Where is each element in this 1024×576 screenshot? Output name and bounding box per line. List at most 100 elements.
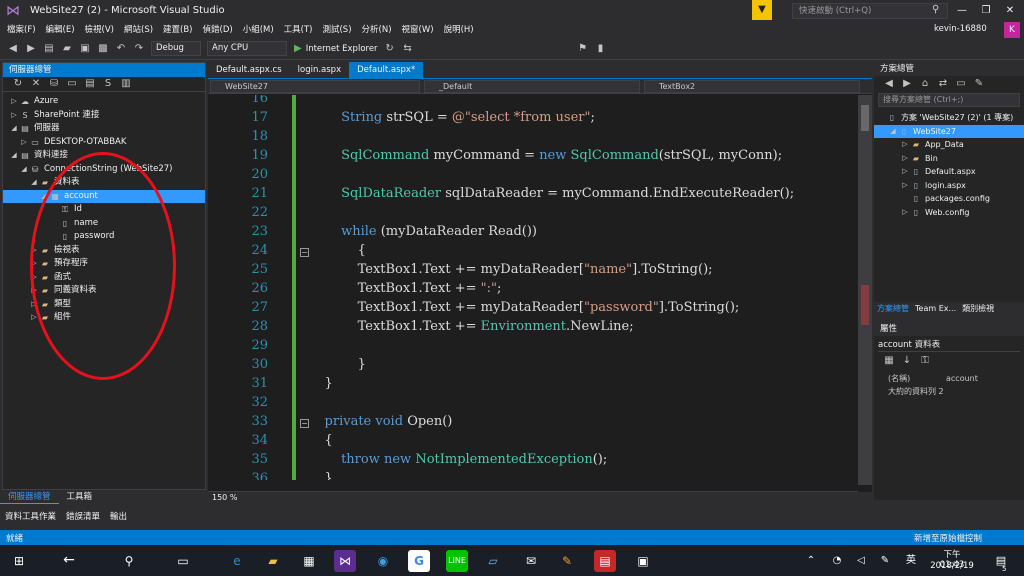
tree-node[interactable]: ▷ ☁ Azure [3,95,205,109]
scroll-thumb[interactable] [861,105,869,131]
properties-object-select[interactable]: account 資料表 [878,338,1020,352]
solution-node[interactable]: ▷ ▯ Default.aspx [874,165,1024,179]
refresh-icon[interactable]: ↻ [384,43,396,55]
solution-node[interactable]: ▷ ▰ Bin [874,152,1024,166]
redo-icon[interactable]: ↷ [133,43,145,55]
user-avatar[interactable]: K [1004,22,1020,38]
platform-select[interactable]: Any CPU [207,41,287,56]
edge-icon[interactable]: e [226,550,248,572]
solution-node[interactable]: ▯ packages.config [874,192,1024,206]
expand-arrow-icon[interactable]: ◢ [9,149,19,163]
menu-item[interactable]: 測試(S) [317,22,356,38]
properties-icon[interactable]: ▥ [120,78,132,90]
volume-icon[interactable]: ◁ [850,550,872,572]
code-line[interactable]: throw new NotImplementedException(); [308,452,607,467]
document-tab[interactable]: Default.aspx.cs [208,62,290,78]
connect-server-icon[interactable]: ▭ [66,78,78,90]
property-row[interactable]: 大約的資料列 2 [888,385,1024,398]
expand-arrow-icon[interactable]: ▷ [900,165,910,179]
expand-arrow-icon[interactable]: ▷ [900,138,910,152]
expand-arrow-icon[interactable]: ◢ [888,125,898,139]
source-control-button[interactable]: 新增至原始檔控制 [914,532,982,544]
clock-date[interactable]: 2018/2/19 [930,561,974,571]
start-icon[interactable]: ▶ [294,43,302,54]
document-tab[interactable]: Default.aspx* [349,62,424,78]
chrome-icon[interactable]: G [408,550,430,572]
code-line[interactable]: SqlDataReader sqlDataReader = myCommand.… [308,186,794,201]
notification-flag-icon[interactable]: ▼ [752,0,772,20]
menu-item[interactable]: 編輯(E) [41,22,80,38]
expand-arrow-icon[interactable]: ◢ [19,163,29,177]
solution-search-input[interactable]: 搜尋方案總管 (Ctrl+;) [878,93,1020,107]
save-all-icon[interactable]: ▩ [97,43,109,55]
solution-tab[interactable]: Team Ex... [912,302,959,316]
code-line[interactable]: TextBox1.Text += Environment.NewLine; [308,319,634,334]
stop-icon[interactable]: ✕ [30,78,42,90]
code-line[interactable]: TextBox1.Text += myDataReader["password"… [308,300,740,315]
solution-tab[interactable]: 方案總管 [874,302,912,316]
output-tab[interactable]: 輸出 [105,510,132,524]
menu-item[interactable]: 檢視(V) [80,22,119,38]
file-explorer-icon[interactable]: ▰ [262,550,284,572]
zoom-level[interactable]: 150 % [208,493,237,502]
input-method[interactable]: 英 [900,550,922,572]
browser-link-icon[interactable]: ⇆ [402,43,414,55]
quick-launch-input[interactable]: 快速啟動 (Ctrl+Q) [792,3,948,19]
property-row[interactable]: (名稱) account [888,372,1024,385]
calendar-app-icon[interactable]: ▤ [594,550,616,572]
tab-server-explorer[interactable]: 伺服器總管 [0,490,59,504]
azure-icon[interactable]: ▤ [84,78,96,90]
code-line[interactable]: { [308,243,366,258]
sync-icon[interactable]: ⇄ [937,78,949,90]
back-icon[interactable]: ◀ [7,43,19,55]
expand-arrow-icon[interactable]: ▷ [900,179,910,193]
solution-node[interactable]: ▷ ▯ login.aspx [874,179,1024,193]
tree-node[interactable]: ◢ ▤ 伺服器 [3,122,205,136]
code-line[interactable]: while (myDataReader Read()) [308,224,537,239]
code-line[interactable]: SqlCommand myCommand = new SqlCommand(st… [308,148,782,163]
visual-studio-icon[interactable]: ⋈ [334,550,356,572]
forward-icon[interactable]: ▶ [901,78,913,90]
code-line[interactable]: String strSQL = @"select *from user"; [308,110,595,125]
solution-node[interactable]: ▯ 方案 'WebSite27 (2)' (1 專案) [874,111,1024,125]
expand-arrow-icon[interactable]: ◢ [9,122,19,136]
media-player-icon[interactable]: ◉ [372,550,394,572]
expand-arrow-icon[interactable]: ▷ [19,136,29,150]
member-select[interactable]: TextBox2 [644,80,860,93]
expand-arrow-icon[interactable]: ▷ [900,152,910,166]
output-tab[interactable]: 錯誤清單 [61,510,105,524]
property-pages-icon[interactable]: ⚿ [919,355,931,367]
store-icon[interactable]: ▦ [298,550,320,572]
photos-icon[interactable]: ▣ [632,550,654,572]
restore-button[interactable]: ❐ [974,2,998,20]
windows-start-icon[interactable]: ⊞ [8,550,30,572]
fold-toggle-icon[interactable]: − [300,248,309,257]
menu-item[interactable]: 網站(S) [119,22,158,38]
expand-arrow-icon[interactable]: ▷ [9,95,19,109]
solution-node[interactable]: ▷ ▰ App_Data [874,138,1024,152]
class-select[interactable]: _Default [424,80,640,93]
categorized-icon[interactable]: ▦ [883,355,895,367]
menu-item[interactable]: 檔案(F) [2,22,41,38]
open-icon[interactable]: ▰ [61,43,73,55]
code-line[interactable]: } [308,471,333,480]
search-icon[interactable]: ⚲ [932,4,939,15]
code-area[interactable]: 16 17 String strSQL = @"select *from user… [208,95,858,480]
minimize-button[interactable]: — [950,2,974,20]
line-icon[interactable]: LINE [446,550,468,572]
document-tab[interactable]: login.aspx [290,62,349,78]
sharepoint-icon[interactable]: S [102,78,114,90]
refresh-icon[interactable]: ↻ [12,78,24,90]
menu-item[interactable]: 建置(B) [158,22,197,38]
mail-icon[interactable]: ✉ [520,550,542,572]
close-button[interactable]: ✕ [998,2,1022,20]
output-tab[interactable]: 資料工具作業 [0,510,61,524]
code-line[interactable]: TextBox1.Text += myDataReader["name"].To… [308,262,713,277]
tab-toolbox[interactable]: 工具箱 [59,490,101,504]
notification-center-icon[interactable]: ▤ [990,550,1012,572]
fold-toggle-icon[interactable]: − [300,419,309,428]
menu-item[interactable]: 分析(N) [357,22,397,38]
pen-icon[interactable]: ✎ [874,550,896,572]
tree-node[interactable]: ▷ ▭ DESKTOP-OTABBAK [3,136,205,150]
solution-tab[interactable]: 類別檢視 [959,302,997,316]
